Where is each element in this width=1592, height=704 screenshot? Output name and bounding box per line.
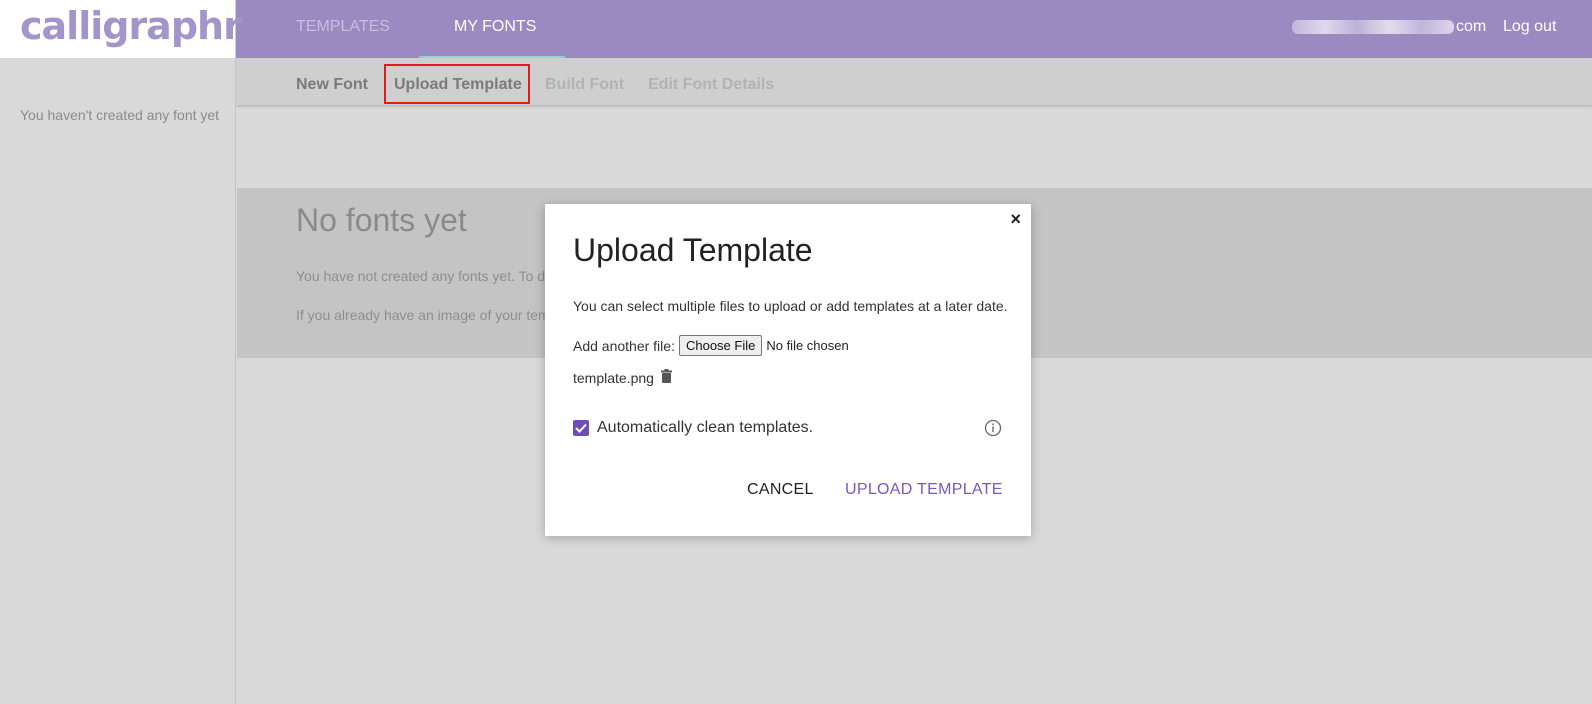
close-icon[interactable]: × xyxy=(1010,210,1021,228)
logout-link[interactable]: Log out xyxy=(1503,18,1556,36)
empty-fonts-message: You haven't created any font yet xyxy=(20,107,220,123)
edit-font-details-button[interactable]: Edit Font Details xyxy=(648,76,774,94)
calligraphr-logo[interactable]: calligraphr xyxy=(20,4,242,48)
file-input-label: Add another file: xyxy=(573,337,675,354)
existing-template-hint: If you already have an image of your tem… xyxy=(296,307,558,323)
user-email-blurred xyxy=(1292,20,1454,34)
no-fonts-instruction: You have not created any fonts yet. To d… xyxy=(296,268,553,284)
upload-template-submit-button[interactable]: UPLOAD TEMPLATE xyxy=(845,481,1003,499)
info-icon[interactable] xyxy=(984,419,1002,442)
dialog-description: You can select multiple files to upload … xyxy=(573,298,1008,314)
top-header: calligraphr TEMPLATES MY FONTS com Log o… xyxy=(0,0,1592,58)
upload-template-dialog: × Upload Template You can select multipl… xyxy=(545,204,1031,536)
dialog-title: Upload Template xyxy=(573,232,813,268)
upload-template-button[interactable]: Upload Template xyxy=(394,76,522,94)
auto-clean-checkbox[interactable] xyxy=(573,420,589,436)
auto-clean-label: Automatically clean templates. xyxy=(597,419,814,436)
new-font-button[interactable]: New Font xyxy=(296,76,368,94)
logo-area[interactable]: calligraphr xyxy=(0,0,242,58)
attached-file-name: template.png xyxy=(573,369,654,386)
font-actions-toolbar: New Font Upload Template Build Font Edit… xyxy=(237,58,1592,106)
choose-file-button[interactable]: Choose File xyxy=(678,335,763,356)
trash-icon[interactable] xyxy=(660,369,672,386)
user-email-suffix: com xyxy=(1456,18,1487,35)
attached-file-item: template.png xyxy=(573,369,672,386)
font-list-sidebar: You haven't created any font yet xyxy=(0,58,236,704)
auto-clean-option: Automatically clean templates. xyxy=(573,419,813,437)
page-title: No fonts yet xyxy=(296,202,467,238)
cancel-button[interactable]: CANCEL xyxy=(747,481,814,499)
file-input-row: Add another file: Choose File No file ch… xyxy=(573,335,849,356)
tab-my-fonts[interactable]: MY FONTS xyxy=(454,18,536,36)
no-file-status: No file chosen xyxy=(766,338,849,353)
tab-templates[interactable]: TEMPLATES xyxy=(296,18,390,36)
build-font-button[interactable]: Build Font xyxy=(545,76,624,94)
